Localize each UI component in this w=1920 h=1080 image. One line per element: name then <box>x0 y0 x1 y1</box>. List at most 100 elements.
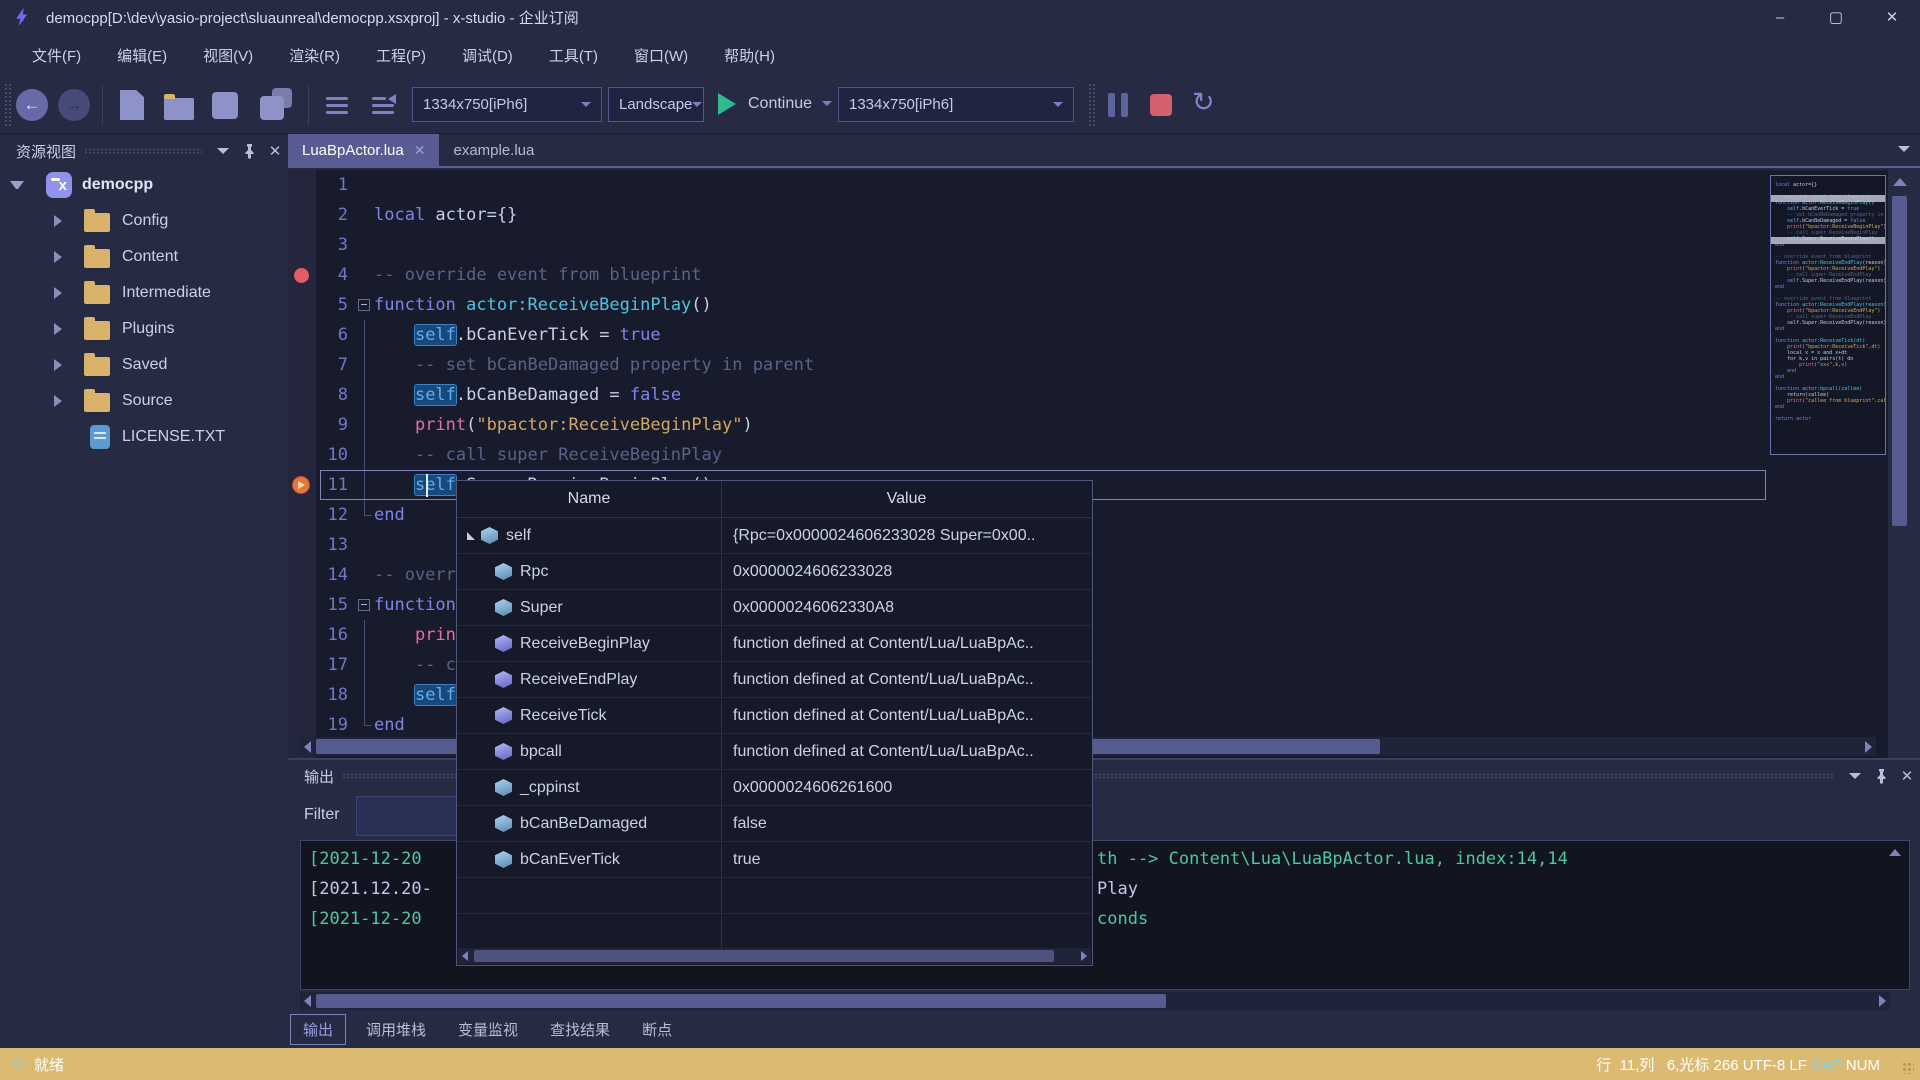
editor-vertical-scrollbar[interactable] <box>1888 170 1912 758</box>
fold-column[interactable] <box>356 500 374 530</box>
gutter-cell[interactable] <box>288 410 316 440</box>
gutter-cell[interactable] <box>288 260 316 290</box>
expander-closed-icon[interactable] <box>54 215 62 227</box>
gutter-cell[interactable] <box>288 710 316 740</box>
fold-column[interactable] <box>356 200 374 230</box>
scroll-up-icon[interactable] <box>1893 178 1907 186</box>
expanded-icon[interactable] <box>467 532 475 540</box>
pin-icon[interactable] <box>236 140 262 162</box>
fold-collapse-icon[interactable] <box>358 599 370 611</box>
scrollbar-thumb[interactable] <box>474 950 1054 962</box>
bottom-tab-变量监视[interactable]: 变量监视 <box>446 1015 530 1044</box>
resolution-select-right[interactable]: 1334x750[iPh6] <box>838 87 1074 122</box>
fold-column[interactable] <box>356 710 374 740</box>
fold-column[interactable] <box>356 320 374 350</box>
gutter-cell[interactable] <box>288 320 316 350</box>
gutter-cell[interactable] <box>288 560 316 590</box>
stop-button[interactable] <box>1150 94 1172 116</box>
watch-row-receiveendplay[interactable]: ReceiveEndPlayfunction defined at Conten… <box>457 662 1092 698</box>
close-icon[interactable]: ✕ <box>262 140 288 162</box>
format-button[interactable] <box>372 97 394 118</box>
continue-play-icon[interactable] <box>718 93 736 115</box>
tab-luabpactor-lua[interactable]: LuaBpActor.lua✕ <box>288 134 439 166</box>
menu-item-7[interactable]: 工具(T) <box>531 34 616 76</box>
bottom-tab-调用堆栈[interactable]: 调用堆栈 <box>354 1015 438 1044</box>
bottom-tab-查找结果[interactable]: 查找结果 <box>538 1015 622 1044</box>
open-file-button[interactable] <box>164 96 194 120</box>
expander-closed-icon[interactable] <box>54 323 62 335</box>
save-all-button[interactable] <box>260 96 284 120</box>
gutter-cell[interactable] <box>288 200 316 230</box>
watch-row-receivebeginplay[interactable]: ReceiveBeginPlayfunction defined at Cont… <box>457 626 1092 662</box>
tab-list-dropdown-icon[interactable] <box>1898 146 1910 152</box>
popup-horizontal-scrollbar[interactable] <box>458 948 1091 964</box>
watch-row-bpcall[interactable]: bpcallfunction defined at Content/Lua/Lu… <box>457 734 1092 770</box>
gutter-cell[interactable] <box>288 590 316 620</box>
fold-column[interactable] <box>356 650 374 680</box>
gutter-cell[interactable] <box>288 680 316 710</box>
pin-icon[interactable] <box>1868 765 1894 787</box>
orientation-select[interactable]: Landscape <box>608 87 704 122</box>
tab-example-lua[interactable]: example.lua <box>439 134 548 166</box>
resolution-select-left[interactable]: 1334x750[iPh6] <box>412 87 602 122</box>
scroll-right-icon[interactable] <box>1879 995 1886 1007</box>
tree-root-democpp[interactable]: democpp <box>0 167 288 203</box>
watch-row-bcanevertick[interactable]: bCanEverTicktrue <box>457 842 1092 878</box>
menu-item-4[interactable]: 渲染(R) <box>271 34 358 76</box>
watch-row-receivetick[interactable]: ReceiveTickfunction defined at Content/L… <box>457 698 1092 734</box>
forward-button[interactable]: → <box>58 89 90 121</box>
panel-menu-icon[interactable] <box>1842 765 1868 787</box>
fold-column[interactable] <box>356 560 374 590</box>
fold-collapse-icon[interactable] <box>358 299 370 311</box>
fold-column[interactable] <box>356 290 374 320</box>
gutter-cell[interactable] <box>288 470 316 500</box>
watch-row-_cppinst[interactable]: _cppinst0x0000024606261600 <box>457 770 1092 806</box>
gutter-cell[interactable] <box>288 380 316 410</box>
menu-item-3[interactable]: 视图(V) <box>185 34 271 76</box>
breakpoint-icon[interactable] <box>294 268 309 283</box>
continue-button[interactable]: Continue <box>748 95 812 113</box>
gutter-cell[interactable] <box>288 650 316 680</box>
fold-column[interactable] <box>356 620 374 650</box>
menu-item-9[interactable]: 帮助(H) <box>706 34 793 76</box>
gutter-cell[interactable] <box>288 290 316 320</box>
watch-row-rpc[interactable]: Rpc0x0000024606233028 <box>457 554 1092 590</box>
minimap[interactable]: local actor={}-- override event from blu… <box>1770 175 1886 455</box>
scroll-left-icon[interactable] <box>304 741 311 753</box>
expander-closed-icon[interactable] <box>54 395 62 407</box>
tree-folder-content[interactable]: Content <box>0 239 288 275</box>
tree-folder-config[interactable]: Config <box>0 203 288 239</box>
menu-item-2[interactable]: 编辑(E) <box>99 34 185 76</box>
bottom-tab-断点[interactable]: 断点 <box>630 1015 684 1044</box>
menu-item-6[interactable]: 调试(D) <box>444 34 531 76</box>
watch-row-self[interactable]: self{Rpc=0x0000024606233028 Super=0x00.. <box>457 518 1092 554</box>
output-horizontal-scrollbar[interactable] <box>300 992 1890 1010</box>
fold-column[interactable] <box>356 410 374 440</box>
close-button[interactable]: ✕ <box>1864 0 1920 34</box>
menu-item-8[interactable]: 窗口(W) <box>616 34 706 76</box>
gutter-cell[interactable] <box>288 350 316 380</box>
bottom-tab-输出[interactable]: 输出 <box>290 1014 346 1045</box>
fold-column[interactable] <box>356 440 374 470</box>
pause-button[interactable] <box>1108 93 1134 122</box>
toolbar-grip[interactable] <box>1088 83 1096 127</box>
scroll-left-icon[interactable] <box>304 995 311 1007</box>
tree-folder-saved[interactable]: Saved <box>0 347 288 383</box>
back-button[interactable]: ← <box>16 89 48 121</box>
restart-button[interactable]: ↻ <box>1192 87 1215 118</box>
fold-column[interactable] <box>356 590 374 620</box>
gutter-cell[interactable] <box>288 230 316 260</box>
gutter-cell[interactable] <box>288 170 316 200</box>
list-menu-button[interactable] <box>326 97 348 118</box>
menu-item-5[interactable]: 工程(P) <box>358 34 444 76</box>
minimize-button[interactable]: – <box>1752 0 1808 34</box>
scroll-left-icon[interactable] <box>462 951 468 961</box>
watch-row-bcanbedamaged[interactable]: bCanBeDamagedfalse <box>457 806 1092 842</box>
fold-column[interactable] <box>356 350 374 380</box>
tree-folder-intermediate[interactable]: Intermediate <box>0 275 288 311</box>
expander-closed-icon[interactable] <box>54 251 62 263</box>
tree-folder-source[interactable]: Source <box>0 383 288 419</box>
expander-open-icon[interactable] <box>10 181 24 189</box>
fold-column[interactable] <box>356 380 374 410</box>
tree-folder-plugins[interactable]: Plugins <box>0 311 288 347</box>
